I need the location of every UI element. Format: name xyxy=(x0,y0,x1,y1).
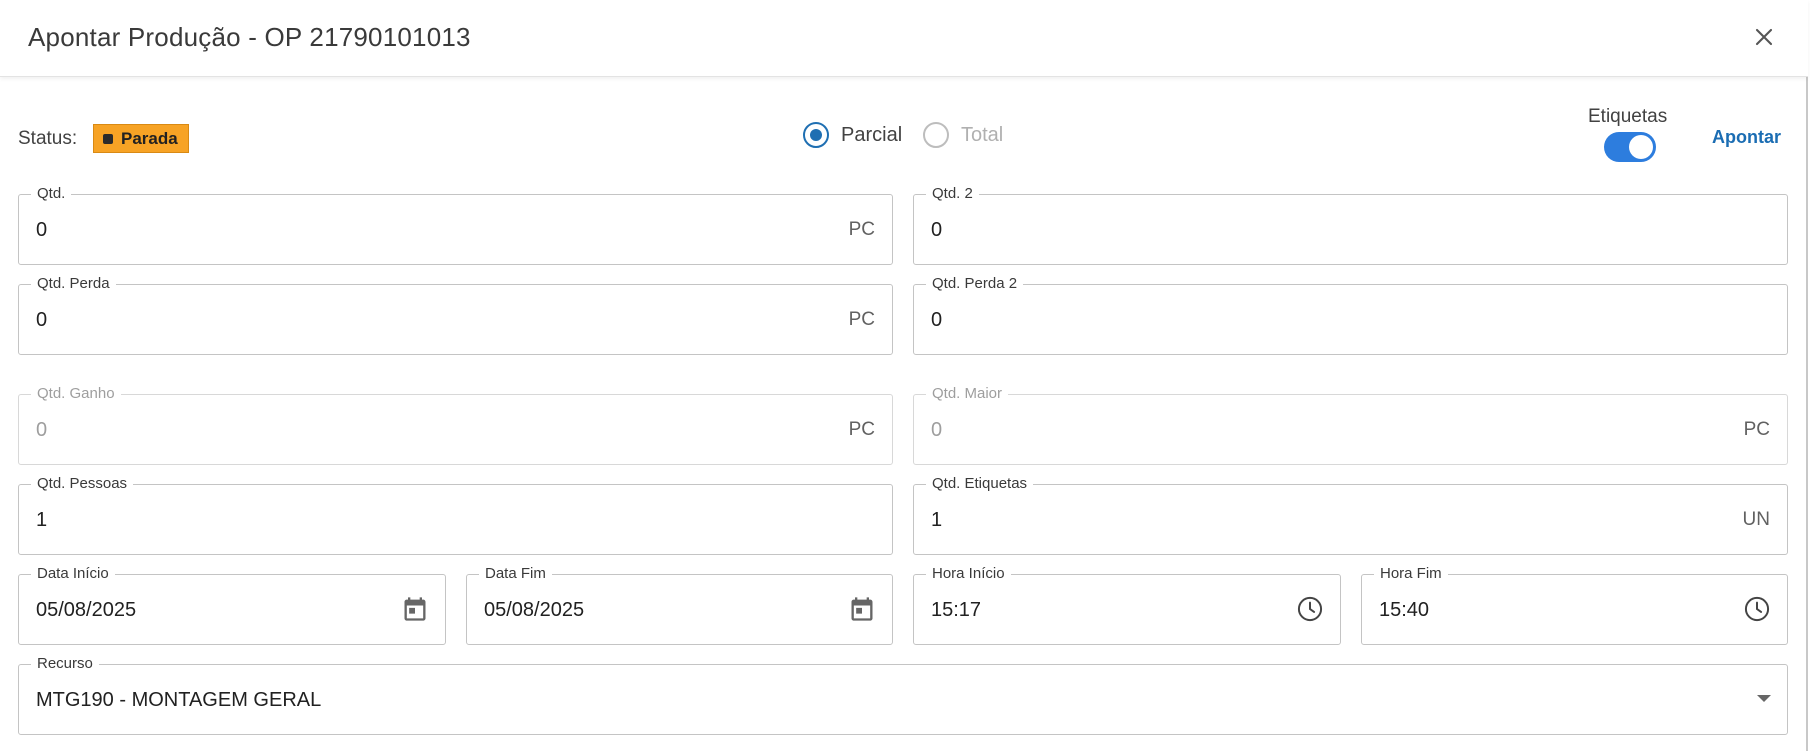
calendar-icon[interactable] xyxy=(401,595,429,623)
qtd-maior-field: Qtd. Maior 0 PC xyxy=(913,385,1788,465)
qtd-ganho-field: Qtd. Ganho 0 PC xyxy=(18,385,893,465)
hora-inicio-label: Hora Início xyxy=(926,565,1011,583)
qtd-perda2-value: 0 xyxy=(931,309,943,331)
apontar-producao-dialog: Apontar Produção - OP 21790101013 Status… xyxy=(0,0,1808,751)
radio-total-label: Total xyxy=(961,123,1004,146)
hora-fim-field[interactable]: Hora Fim 15:40 xyxy=(1361,565,1788,645)
radio-parcial-label: Parcial xyxy=(841,123,903,146)
status-badge-text: Parada xyxy=(121,128,178,148)
qtd-pessoas-field[interactable]: Qtd. Pessoas 1 xyxy=(18,475,893,555)
close-icon[interactable] xyxy=(1750,23,1778,51)
chevron-down-icon[interactable] xyxy=(1757,695,1771,702)
status-badge: Parada xyxy=(93,124,189,153)
recurso-select[interactable]: Recurso MTG190 - MONTAGEM GERAL xyxy=(18,655,1788,735)
qtd2-label: Qtd. 2 xyxy=(926,185,979,203)
etiquetas-label: Etiquetas xyxy=(1588,106,1668,127)
qtd-perda-unit: PC xyxy=(848,309,875,330)
qtd-etiquetas-unit: UN xyxy=(1742,509,1770,530)
hora-inicio-value: 15:17 xyxy=(931,599,982,621)
recurso-label: Recurso xyxy=(31,655,99,673)
radio-unchecked-icon xyxy=(923,122,949,148)
qtd-maior-label: Qtd. Maior xyxy=(926,385,1009,403)
data-inicio-field[interactable]: Data Início 05/08/2025 xyxy=(18,565,446,645)
qtd2-value: 0 xyxy=(931,219,943,241)
qtd-perda-label: Qtd. Perda xyxy=(31,275,116,293)
data-inicio-value: 05/08/2025 xyxy=(36,599,137,621)
dialog-header: Apontar Produção - OP 21790101013 xyxy=(0,0,1808,77)
radio-parcial[interactable]: Parcial xyxy=(803,122,902,148)
qtd-ganho-unit: PC xyxy=(848,419,875,440)
qtd-pessoas-label: Qtd. Pessoas xyxy=(31,475,134,493)
qtd-ganho-label: Qtd. Ganho xyxy=(31,385,121,403)
radio-checked-icon xyxy=(803,122,829,148)
qtd-unit: PC xyxy=(848,219,875,240)
qtd-field[interactable]: Qtd. 0 PC xyxy=(18,185,893,265)
qtd-perda2-field[interactable]: Qtd. Perda 2 0 xyxy=(913,275,1788,355)
qtd-etiquetas-value: 1 xyxy=(931,509,943,531)
qtd2-field[interactable]: Qtd. 2 0 xyxy=(913,185,1788,265)
data-fim-label: Data Fim xyxy=(479,565,552,583)
toggle-knob xyxy=(1629,135,1653,159)
qtd-perda2-label: Qtd. Perda 2 xyxy=(926,275,1024,293)
qtd-maior-unit: PC xyxy=(1743,419,1770,440)
radio-total[interactable]: Total xyxy=(923,122,1003,148)
calendar-icon[interactable] xyxy=(848,595,876,623)
hora-inicio-field[interactable]: Hora Início 15:17 xyxy=(913,565,1341,645)
apontar-button[interactable]: Apontar xyxy=(1712,127,1781,148)
etiquetas-toggle[interactable] xyxy=(1604,132,1656,162)
hora-fim-label: Hora Fim xyxy=(1374,565,1448,583)
status-label: Status: xyxy=(18,128,78,149)
qtd-etiquetas-field[interactable]: Qtd. Etiquetas 1 UN xyxy=(913,475,1788,555)
data-fim-field[interactable]: Data Fim 05/08/2025 xyxy=(466,565,893,645)
qtd-perda-value: 0 xyxy=(36,309,48,331)
qtd-pessoas-value: 1 xyxy=(36,509,48,531)
qtd-label: Qtd. xyxy=(31,185,72,203)
recurso-value: MTG190 - MONTAGEM GERAL xyxy=(36,689,322,711)
qtd-etiquetas-label: Qtd. Etiquetas xyxy=(926,475,1034,493)
data-fim-value: 05/08/2025 xyxy=(484,599,585,621)
hora-fim-value: 15:40 xyxy=(1379,599,1430,621)
clock-icon[interactable] xyxy=(1296,595,1324,623)
stop-icon xyxy=(103,133,113,144)
status-row: Status: Parada Parcial Total Etiquetas A… xyxy=(0,100,1808,180)
qtd-value: 0 xyxy=(36,219,48,241)
qtd-maior-value: 0 xyxy=(931,419,943,441)
dialog-title: Apontar Produção - OP 21790101013 xyxy=(28,22,471,52)
qtd-ganho-value: 0 xyxy=(36,419,48,441)
data-inicio-label: Data Início xyxy=(31,565,115,583)
clock-icon[interactable] xyxy=(1743,595,1771,623)
qtd-perda-field[interactable]: Qtd. Perda 0 PC xyxy=(18,275,893,355)
